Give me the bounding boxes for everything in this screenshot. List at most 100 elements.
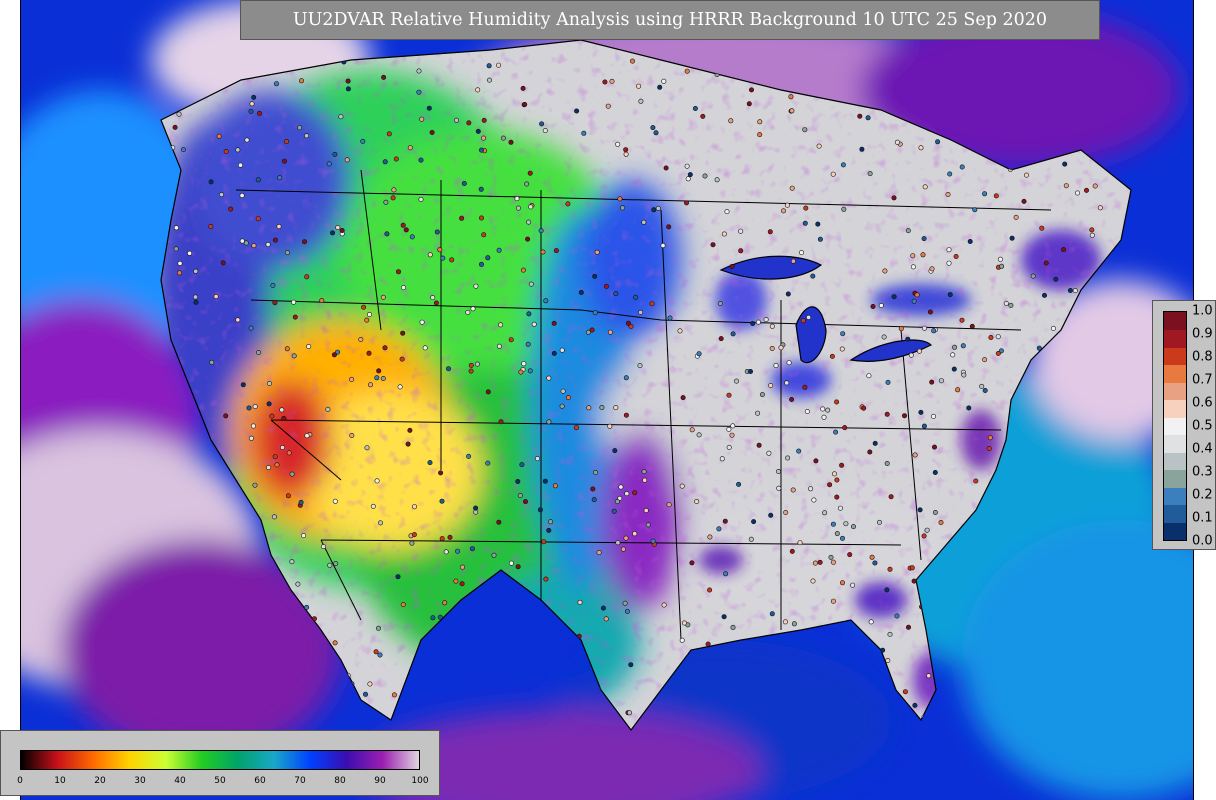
station-marker	[540, 249, 546, 255]
station-marker	[325, 406, 331, 412]
station-marker	[839, 462, 845, 468]
station-marker	[382, 159, 388, 165]
station-marker	[1075, 190, 1081, 196]
station-marker	[481, 117, 487, 123]
station-marker	[527, 368, 533, 374]
station-marker	[306, 343, 312, 349]
station-marker	[910, 253, 916, 259]
station-marker	[443, 549, 449, 555]
station-marker	[223, 149, 229, 155]
station-marker	[894, 613, 900, 619]
station-marker	[1023, 172, 1029, 178]
station-marker	[1030, 273, 1036, 279]
rh-analysis-map	[21, 0, 1193, 800]
station-marker	[473, 505, 479, 511]
station-marker	[645, 522, 651, 528]
station-marker	[730, 331, 736, 337]
station-marker	[521, 361, 527, 367]
station-marker	[643, 507, 649, 513]
station-marker	[800, 318, 806, 324]
station-marker	[924, 527, 930, 533]
residual-colorbar-segment	[1164, 487, 1186, 506]
station-marker	[542, 478, 548, 484]
station-marker	[607, 329, 613, 335]
station-marker	[1050, 325, 1056, 331]
station-marker	[979, 383, 985, 389]
station-marker	[419, 116, 425, 122]
station-marker	[525, 341, 531, 347]
station-marker	[515, 564, 521, 570]
station-marker	[591, 497, 597, 503]
station-marker	[820, 406, 826, 412]
station-marker	[728, 118, 734, 124]
station-marker	[830, 171, 836, 177]
station-marker	[418, 196, 424, 202]
station-marker	[430, 295, 436, 301]
station-marker	[789, 185, 795, 191]
station-marker	[959, 164, 965, 170]
station-marker	[802, 127, 808, 133]
station-marker	[399, 356, 405, 362]
station-marker	[617, 196, 623, 202]
station-marker	[596, 549, 602, 555]
station-marker	[966, 405, 972, 411]
rh-colorbar-gradient	[20, 750, 420, 770]
station-marker	[607, 423, 613, 429]
station-marker	[466, 453, 472, 459]
station-marker	[470, 306, 476, 312]
station-marker	[920, 252, 926, 258]
station-marker	[219, 192, 225, 198]
station-marker	[982, 191, 988, 197]
station-marker	[821, 414, 827, 420]
station-marker	[1053, 276, 1059, 282]
station-marker	[339, 228, 345, 234]
station-marker	[759, 392, 765, 398]
station-marker	[1063, 183, 1069, 189]
station-marker	[239, 238, 245, 244]
station-marker	[508, 337, 514, 343]
station-marker	[891, 294, 897, 300]
station-marker	[390, 195, 396, 201]
station-marker	[661, 602, 667, 608]
station-marker	[972, 207, 978, 213]
station-marker	[478, 215, 484, 221]
station-marker	[898, 326, 904, 332]
residual-colorbar-segment	[1164, 329, 1186, 348]
station-marker	[951, 366, 957, 372]
station-marker	[546, 375, 552, 381]
station-marker	[666, 224, 672, 230]
station-marker	[403, 227, 409, 233]
station-marker	[914, 292, 920, 298]
station-marker	[718, 336, 724, 342]
residual-colorbar-segment	[1164, 312, 1186, 331]
station-marker	[374, 375, 380, 381]
station-marker	[377, 652, 383, 658]
station-marker	[411, 504, 417, 510]
station-marker	[220, 260, 226, 266]
station-marker	[905, 228, 911, 234]
station-marker	[603, 616, 609, 622]
station-marker	[383, 199, 389, 205]
station-marker	[603, 283, 609, 289]
station-marker	[304, 433, 310, 439]
station-marker	[729, 432, 735, 438]
station-marker	[177, 260, 183, 266]
station-marker	[301, 533, 307, 539]
station-marker	[769, 323, 775, 329]
station-marker	[623, 147, 629, 153]
station-marker	[373, 649, 379, 655]
station-marker	[782, 619, 788, 625]
station-marker	[551, 320, 557, 326]
station-marker	[522, 102, 528, 108]
station-marker	[910, 264, 916, 270]
station-marker	[938, 378, 944, 384]
station-marker	[370, 503, 376, 509]
station-marker	[982, 387, 988, 393]
station-marker	[430, 615, 436, 621]
station-marker	[829, 353, 835, 359]
station-marker	[602, 79, 608, 85]
station-marker	[660, 243, 666, 249]
station-marker	[266, 380, 272, 386]
station-marker	[527, 170, 533, 176]
station-marker	[578, 289, 584, 295]
